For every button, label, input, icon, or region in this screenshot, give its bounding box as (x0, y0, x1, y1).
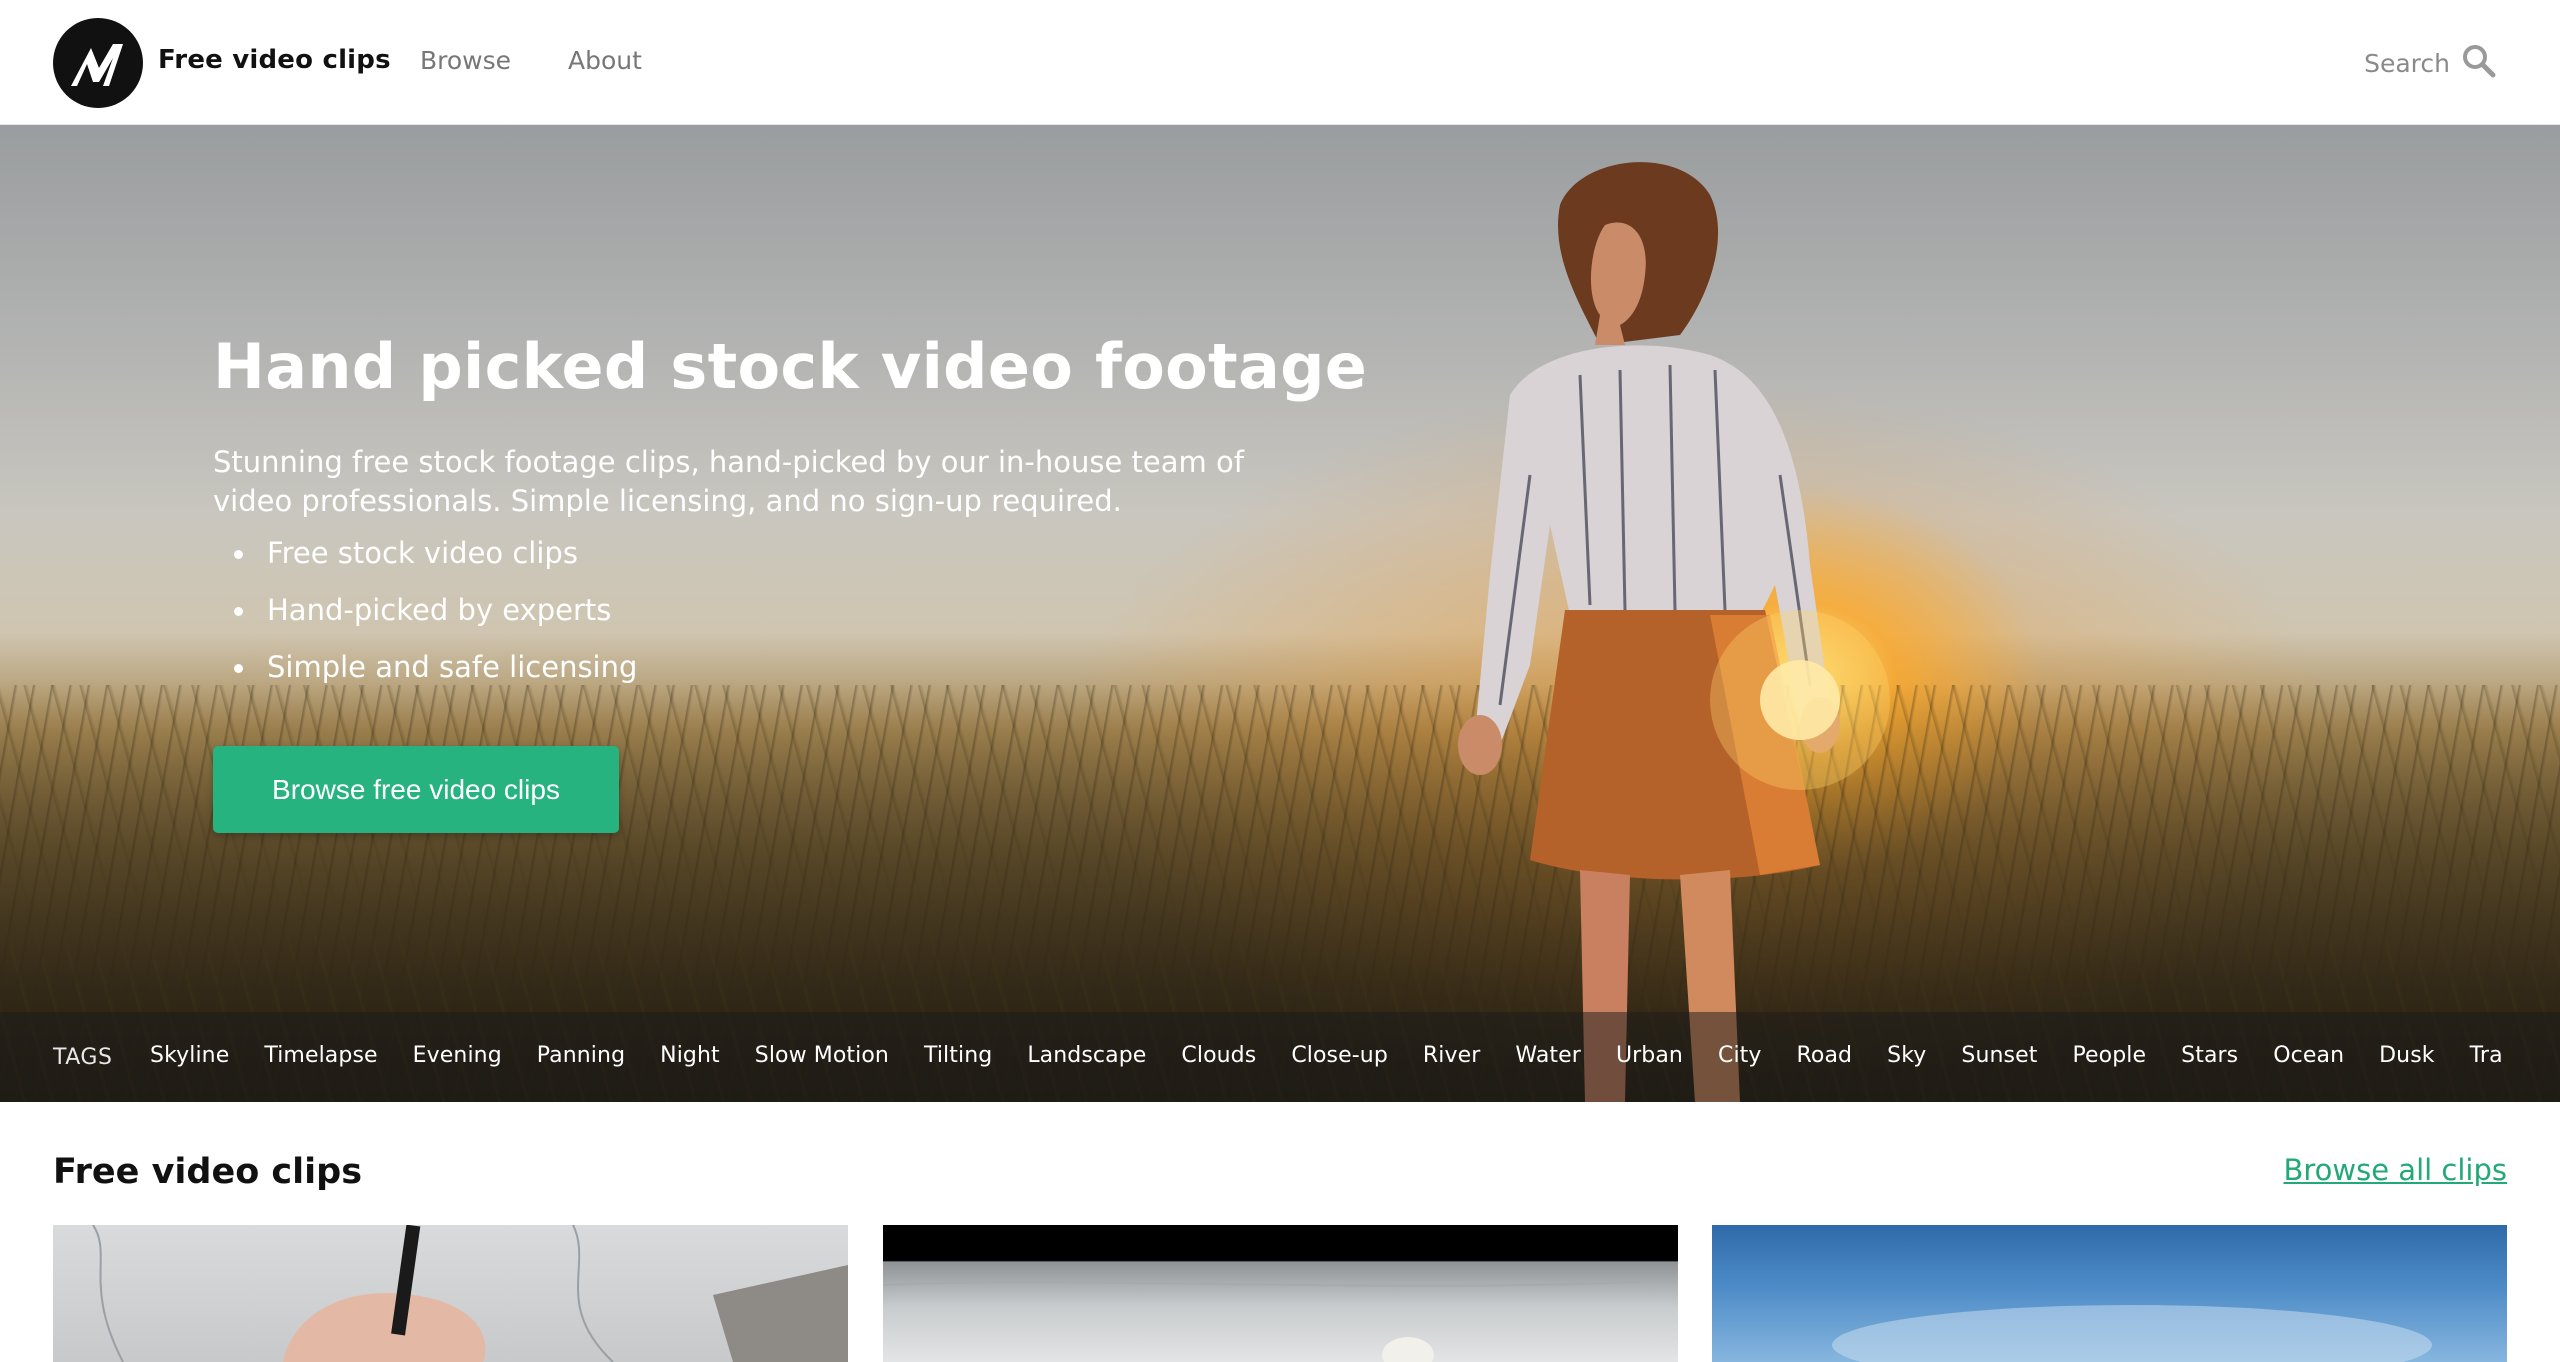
section-title: Free video clips (53, 1152, 363, 1192)
hero-title: Hand picked stock video footage (213, 330, 1368, 403)
hero-feature-list: Free stock video clips Hand-picked by ex… (213, 525, 637, 696)
clip-thumbnail[interactable] (53, 1225, 848, 1362)
tags-label: TAGS (53, 1045, 113, 1070)
hero-banner: Hand picked stock video footage Stunning… (0, 125, 2560, 1102)
brand-name[interactable]: Free video clips (158, 45, 391, 75)
site-header: Free video clips Browse About (0, 0, 2560, 125)
browse-free-clips-button[interactable]: Browse free video clips (213, 746, 619, 833)
hero-feature-item: Free stock video clips (213, 525, 637, 582)
clip-thumbnail[interactable] (1712, 1225, 2507, 1362)
tag-link[interactable]: Skyline (150, 1043, 229, 1068)
search-icon[interactable] (2462, 44, 2496, 78)
tag-link[interactable]: Sky (1887, 1043, 1926, 1068)
tag-link[interactable]: Tilting (924, 1043, 992, 1068)
tag-link[interactable]: Timelapse (264, 1043, 377, 1068)
tags-bar: TAGS Skyline Timelapse Evening Panning Night… (0, 1012, 2560, 1102)
tag-link[interactable]: Urban (1616, 1043, 1683, 1068)
nav-about[interactable]: About (568, 46, 642, 75)
tag-link[interactable]: River (1423, 1043, 1481, 1068)
search-input[interactable] (2310, 44, 2450, 82)
tag-link[interactable]: Sunset (1961, 1043, 2037, 1068)
logo-icon[interactable] (53, 18, 143, 108)
hero-feature-item: Simple and safe licensing (213, 639, 637, 696)
tag-link[interactable]: Evening (413, 1043, 502, 1068)
tag-link[interactable]: People (2072, 1043, 2146, 1068)
tags-list: Skyline Timelapse Evening Panning Night Slow … (150, 1043, 2538, 1068)
nav-browse[interactable]: Browse (420, 46, 511, 75)
hero-description: Stunning free stock footage clips, hand-… (213, 445, 1244, 518)
browse-all-clips-link[interactable]: Browse all clips (2284, 1153, 2508, 1187)
hero-feature-item: Hand-picked by experts (213, 582, 637, 639)
tag-link[interactable]: Night (660, 1043, 720, 1068)
tag-link[interactable]: Tra (2470, 1043, 2503, 1068)
hero-woman-figure (1458, 162, 1890, 1102)
clip-thumbnail[interactable] (883, 1225, 1678, 1362)
tag-link[interactable]: Panning (537, 1043, 625, 1068)
tag-link[interactable]: City (1718, 1043, 1762, 1068)
tag-link[interactable]: Water (1515, 1043, 1581, 1068)
tag-link[interactable]: Stars (2181, 1043, 2238, 1068)
tag-link[interactable]: Close-up (1291, 1043, 1388, 1068)
tag-link[interactable]: Dusk (2379, 1043, 2435, 1068)
tag-link[interactable]: Clouds (1181, 1043, 1256, 1068)
tag-link[interactable]: Landscape (1027, 1043, 1146, 1068)
tag-link[interactable]: Slow Motion (755, 1043, 889, 1068)
tag-link[interactable]: Ocean (2273, 1043, 2344, 1068)
tag-link[interactable]: Road (1797, 1043, 1853, 1068)
